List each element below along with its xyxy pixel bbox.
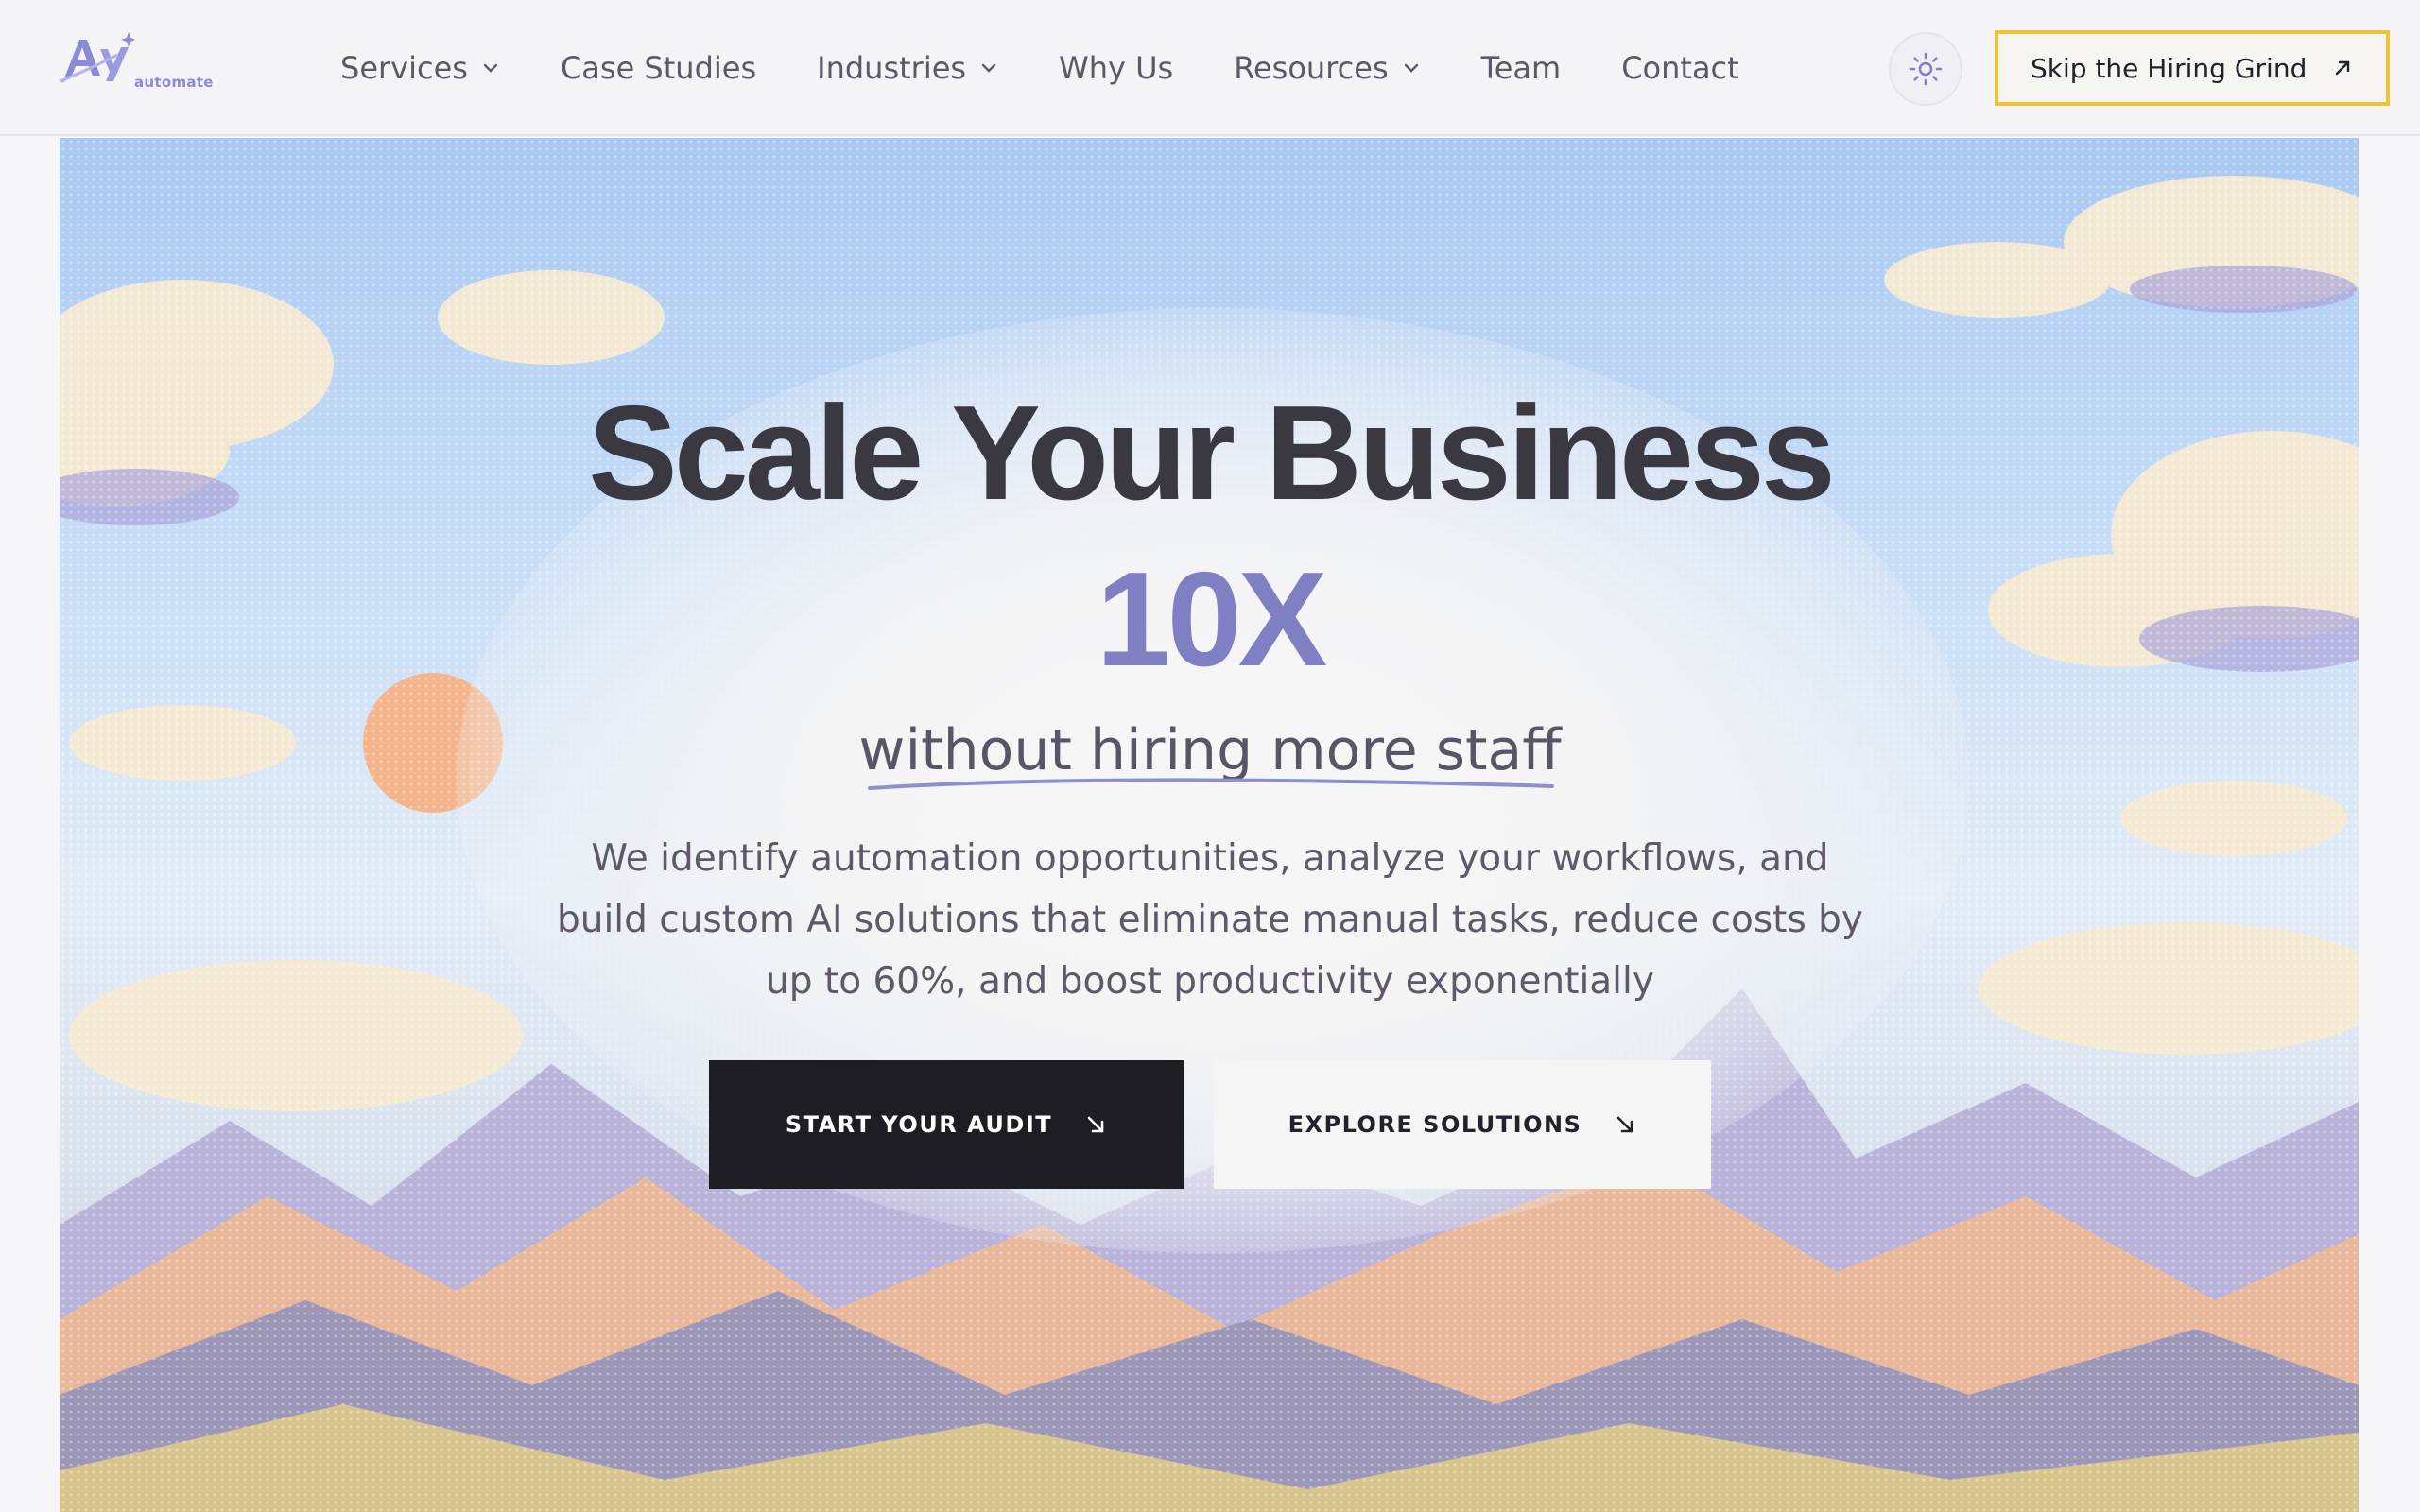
logo-mark-icon [60, 32, 134, 83]
arrow-down-right-icon [1617, 1116, 1634, 1133]
logo-wordmark: automate [134, 74, 214, 91]
arrow-up-right-icon [2335, 60, 2350, 76]
hero-description: We identify automation opportunities, an… [556, 837, 1864, 1003]
chevron-down-icon [981, 63, 996, 73]
nav-item-contact[interactable]: Contact [1621, 40, 1739, 96]
main-nav: Services Case Studies Industries Why Us Reso… [340, 0, 1800, 136]
nav-item-case-studies[interactable]: Case Studies [561, 40, 756, 96]
skip-hiring-grind-button[interactable]: Skip the Hiring Grind [1995, 30, 2390, 106]
hero-headline: Scale Your Business [588, 378, 1836, 528]
nav-item-resources[interactable]: Resources [1234, 40, 1420, 96]
nav-item-services[interactable]: Services [340, 40, 500, 96]
explore-solutions-label: EXPLORE SOLUTIONS [1288, 1111, 1582, 1138]
nav-item-label: Industries [817, 50, 967, 86]
chevron-down-icon [1404, 63, 1418, 73]
theme-toggle-button[interactable] [1889, 32, 1962, 106]
hero-section [60, 138, 2359, 1512]
start-audit-button[interactable]: START YOUR AUDIT [709, 1060, 1184, 1189]
nav-item-label: Contact [1621, 50, 1739, 86]
nav-item-team[interactable]: Team [1481, 40, 1562, 96]
start-audit-label: START YOUR AUDIT [785, 1111, 1053, 1138]
tagline-underline [868, 778, 1554, 790]
navbar: automate Services Case Studies Industries W… [0, 0, 2420, 136]
arrow-down-right-icon [1087, 1116, 1104, 1133]
sun-icon [1909, 52, 1943, 86]
hero-accent-10x: 10X [1096, 544, 1328, 695]
chevron-down-icon [483, 63, 498, 73]
explore-solutions-button[interactable]: EXPLORE SOLUTIONS [1214, 1060, 1711, 1189]
nav-item-label: Case Studies [560, 50, 757, 86]
nav-item-why-us[interactable]: Why Us [1059, 40, 1173, 96]
nav-item-label: Resources [1234, 50, 1389, 86]
cta-label: Skip the Hiring Grind [2031, 52, 2308, 84]
logo[interactable]: automate [59, 28, 219, 94]
nav-item-label: Team [1480, 50, 1562, 86]
nav-item-label: Why Us [1059, 50, 1174, 86]
nav-item-industries[interactable]: Industries [817, 40, 998, 96]
nav-item-label: Services [340, 50, 468, 86]
